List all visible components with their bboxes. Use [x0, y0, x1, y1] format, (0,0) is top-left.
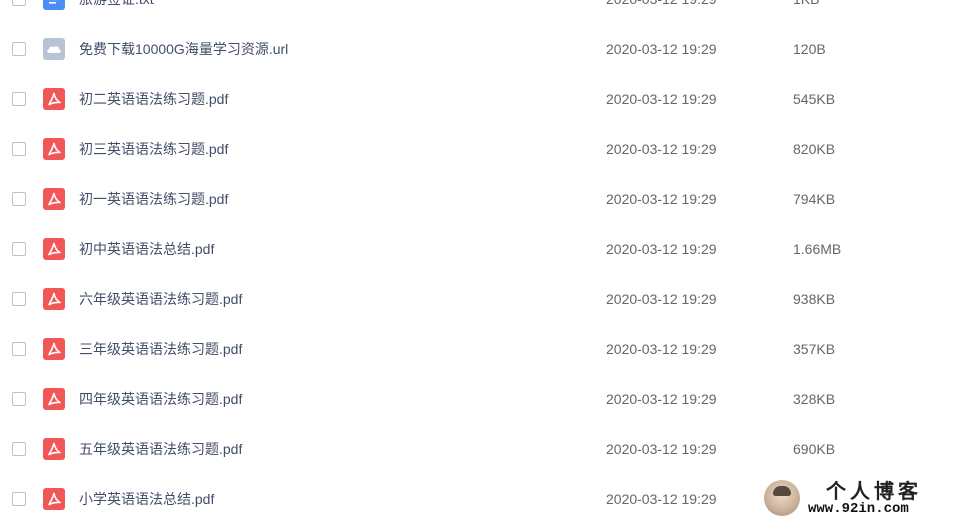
file-name[interactable]: 五年级英语语法练习题.pdf [79, 440, 242, 458]
file-row[interactable]: 旅游签证.txt 2020-03-12 19:29 1KB [0, 0, 957, 25]
pdf-icon [43, 138, 65, 160]
file-name[interactable]: 免费下载10000G海量学习资源.url [79, 40, 288, 58]
file-size: 690KB [793, 440, 835, 458]
file-size: 357KB [793, 340, 835, 358]
file-row[interactable]: 初二英语语法练习题.pdf 2020-03-12 19:29 545KB [0, 75, 957, 125]
file-size: 820KB [793, 140, 835, 158]
file-date: 2020-03-12 19:29 [606, 140, 717, 158]
row-checkbox[interactable] [12, 392, 26, 406]
pdf-icon [43, 288, 65, 310]
file-date: 2020-03-12 19:29 [606, 0, 717, 8]
file-row[interactable]: 初三英语语法练习题.pdf 2020-03-12 19:29 820KB [0, 125, 957, 175]
file-name[interactable]: 初二英语语法练习题.pdf [79, 90, 228, 108]
row-checkbox[interactable] [12, 242, 26, 256]
file-row[interactable]: 六年级英语语法练习题.pdf 2020-03-12 19:29 938KB [0, 275, 957, 325]
file-size: 545KB [793, 90, 835, 108]
file-row[interactable]: 五年级英语语法练习题.pdf 2020-03-12 19:29 690KB [0, 425, 957, 475]
file-size: 328KB [793, 390, 835, 408]
file-date: 2020-03-12 19:29 [606, 340, 717, 358]
file-size: 120B [793, 40, 826, 58]
row-checkbox[interactable] [12, 142, 26, 156]
pdf-icon [43, 188, 65, 210]
file-name[interactable]: 初三英语语法练习题.pdf [79, 140, 228, 158]
file-size: 1KB [793, 0, 819, 8]
text-file-icon [43, 0, 65, 10]
file-name[interactable]: 初中英语语法总结.pdf [79, 240, 214, 258]
pdf-icon [43, 438, 65, 460]
cloud-link-icon [43, 38, 65, 60]
row-checkbox[interactable] [12, 342, 26, 356]
file-list: 旅游签证.txt 2020-03-12 19:29 1KB 免费下载10000G… [0, 0, 957, 525]
row-checkbox[interactable] [12, 442, 26, 456]
file-date: 2020-03-12 19:29 [606, 490, 717, 508]
pdf-icon [43, 388, 65, 410]
file-date: 2020-03-12 19:29 [606, 190, 717, 208]
file-name[interactable]: 四年级英语语法练习题.pdf [79, 390, 242, 408]
row-checkbox[interactable] [12, 42, 26, 56]
watermark-url: www.92in.com [808, 501, 909, 517]
file-name[interactable]: 六年级英语语法练习题.pdf [79, 290, 242, 308]
file-date: 2020-03-12 19:29 [606, 440, 717, 458]
blog-watermark: 个人博客 www.92in.com [762, 477, 957, 520]
pdf-icon [43, 488, 65, 510]
file-row[interactable]: 初一英语语法练习题.pdf 2020-03-12 19:29 794KB [0, 175, 957, 225]
file-size: 938KB [793, 290, 835, 308]
avatar [764, 480, 800, 516]
row-checkbox[interactable] [12, 492, 26, 506]
pdf-icon [43, 238, 65, 260]
file-row[interactable]: 四年级英语语法练习题.pdf 2020-03-12 19:29 328KB [0, 375, 957, 425]
row-checkbox[interactable] [12, 192, 26, 206]
file-date: 2020-03-12 19:29 [606, 240, 717, 258]
file-name[interactable]: 小学英语语法总结.pdf [79, 490, 214, 508]
row-checkbox[interactable] [12, 292, 26, 306]
file-row[interactable]: 初中英语语法总结.pdf 2020-03-12 19:29 1.66MB [0, 225, 957, 275]
file-size: 794KB [793, 190, 835, 208]
file-date: 2020-03-12 19:29 [606, 390, 717, 408]
row-checkbox[interactable] [12, 92, 26, 106]
file-date: 2020-03-12 19:29 [606, 40, 717, 58]
file-date: 2020-03-12 19:29 [606, 290, 717, 308]
file-name[interactable]: 旅游签证.txt [79, 0, 154, 8]
pdf-icon [43, 338, 65, 360]
row-checkbox[interactable] [12, 0, 26, 6]
file-row[interactable]: 三年级英语语法练习题.pdf 2020-03-12 19:29 357KB [0, 325, 957, 375]
file-name[interactable]: 三年级英语语法练习题.pdf [79, 340, 242, 358]
file-size: 1.66MB [793, 240, 841, 258]
file-row[interactable]: 免费下载10000G海量学习资源.url 2020-03-12 19:29 12… [0, 25, 957, 75]
file-date: 2020-03-12 19:29 [606, 90, 717, 108]
watermark-title: 个人博客 [826, 480, 922, 502]
pdf-icon [43, 88, 65, 110]
file-name[interactable]: 初一英语语法练习题.pdf [79, 190, 228, 208]
